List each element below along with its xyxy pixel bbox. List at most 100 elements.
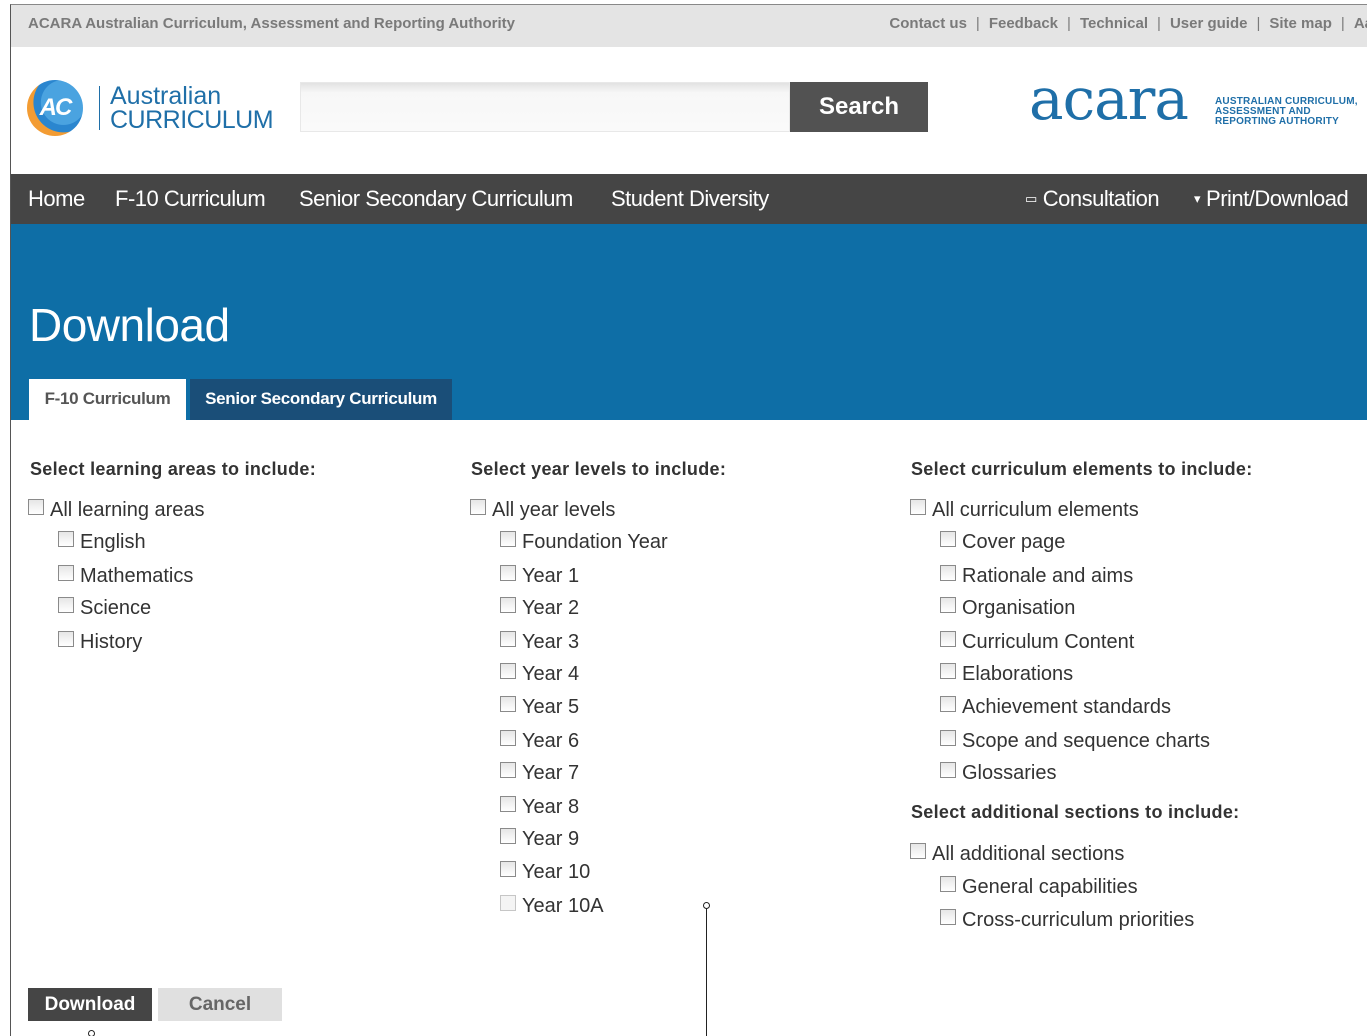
element-checkbox-curriculum-content[interactable]: Curriculum Content xyxy=(940,631,1134,654)
window-icon: ▭ xyxy=(1025,191,1037,206)
checkbox[interactable] xyxy=(500,828,516,844)
checkbox[interactable] xyxy=(940,531,956,547)
site-map-link[interactable]: Site map xyxy=(1269,15,1332,32)
learning-area-checkbox-science[interactable]: Science xyxy=(58,597,151,620)
year-level-checkbox-year-4[interactable]: Year 4 xyxy=(500,663,579,686)
year-level-checkbox-year-5[interactable]: Year 5 xyxy=(500,696,579,719)
search-input[interactable] xyxy=(300,82,790,132)
checkbox[interactable] xyxy=(500,631,516,647)
checkbox[interactable] xyxy=(940,762,956,778)
page-frame: ACARA Australian Curriculum, Assessment … xyxy=(10,4,1367,1036)
separator: | xyxy=(1256,15,1261,32)
acara-logo[interactable]: acara AUSTRALIAN CURRICULUM, ASSESSMENT … xyxy=(1029,67,1367,135)
checkbox[interactable] xyxy=(470,499,486,515)
nav-item-consultation[interactable]: ▭ Consultation xyxy=(1025,186,1160,212)
checkbox[interactable] xyxy=(910,843,926,859)
acara-logo-word: acara xyxy=(1029,65,1189,133)
checkbox[interactable] xyxy=(940,663,956,679)
checkbox[interactable] xyxy=(58,531,74,547)
year-level-checkbox-year-6[interactable]: Year 6 xyxy=(500,730,579,753)
tab-f10-curriculum[interactable]: F-10 Curriculum xyxy=(29,379,186,420)
year-level-checkbox-foundation[interactable]: Foundation Year xyxy=(500,531,668,554)
element-checkbox-elaborations[interactable]: Elaborations xyxy=(940,663,1073,686)
separator: | xyxy=(1340,15,1345,32)
checkbox[interactable] xyxy=(500,696,516,712)
checkbox[interactable] xyxy=(500,730,516,746)
learning-area-checkbox-mathematics[interactable]: Mathematics xyxy=(58,565,193,588)
checkbox[interactable] xyxy=(28,499,44,515)
element-checkbox-cover-page[interactable]: Cover page xyxy=(940,531,1065,554)
checkbox[interactable] xyxy=(500,663,516,679)
callout-dot xyxy=(703,902,710,909)
section-checkbox-general-capabilities[interactable]: General capabilities xyxy=(940,876,1138,899)
checkbox[interactable] xyxy=(940,909,956,925)
utility-org-name: ACARA Australian Curriculum, Assessment … xyxy=(28,15,516,32)
user-guide-link[interactable]: User guide xyxy=(1170,15,1248,32)
checkbox[interactable] xyxy=(500,565,516,581)
cancel-button[interactable]: Cancel xyxy=(158,988,282,1021)
checkbox[interactable] xyxy=(500,762,516,778)
callout-dot xyxy=(88,1030,95,1036)
feedback-link[interactable]: Feedback xyxy=(989,15,1058,32)
checkbox[interactable] xyxy=(500,597,516,613)
checkbox[interactable] xyxy=(500,895,516,911)
nav-item-student-diversity[interactable]: Student Diversity xyxy=(611,186,769,212)
checkbox[interactable] xyxy=(940,696,956,712)
year-level-checkbox-year-3[interactable]: Year 3 xyxy=(500,631,579,654)
utility-links: Contact us | Feedback | Technical | User guide… xyxy=(889,15,1367,32)
section-checkbox-cross-curriculum-priorities[interactable]: Cross-curriculum priorities xyxy=(940,909,1194,932)
learning-area-checkbox-history[interactable]: History xyxy=(58,631,142,654)
australian-curriculum-logo[interactable]: AC Australian CURRICULUM xyxy=(27,80,277,136)
header: AC Australian CURRICULUM Search acara AU… xyxy=(11,47,1367,174)
year-level-checkbox-year-9[interactable]: Year 9 xyxy=(500,828,579,851)
element-checkbox-glossaries[interactable]: Glossaries xyxy=(940,762,1056,785)
checkbox[interactable] xyxy=(58,565,74,581)
checkbox[interactable] xyxy=(940,730,956,746)
all-curriculum-elements-checkbox[interactable]: All curriculum elements xyxy=(910,499,1139,522)
nav-item-f10-curriculum[interactable]: F-10 Curriculum xyxy=(115,186,266,212)
checkbox[interactable] xyxy=(500,796,516,812)
element-checkbox-organisation[interactable]: Organisation xyxy=(940,597,1075,620)
year-level-checkbox-year-7[interactable]: Year 7 xyxy=(500,762,579,785)
main-nav: Home F-10 Curriculum Senior Secondary Cu… xyxy=(11,174,1367,224)
separator: | xyxy=(1157,15,1161,32)
year-levels-heading: Select year levels to include: xyxy=(471,459,727,479)
search-button[interactable]: Search xyxy=(790,82,928,132)
learning-areas-heading: Select learning areas to include: xyxy=(30,459,316,479)
all-additional-sections-checkbox[interactable]: All additional sections xyxy=(910,843,1124,866)
checkbox[interactable] xyxy=(500,861,516,877)
all-year-levels-checkbox[interactable]: All year levels xyxy=(470,499,615,522)
separator: | xyxy=(1067,15,1071,32)
curriculum-elements-heading: Select curriculum elements to include: xyxy=(911,459,1253,479)
checkbox[interactable] xyxy=(940,631,956,647)
checkbox[interactable] xyxy=(58,597,74,613)
all-learning-areas-checkbox[interactable]: All learning areas xyxy=(28,499,205,522)
text-size-link[interactable]: Aa xyxy=(1354,15,1367,32)
year-level-checkbox-year-8[interactable]: Year 8 xyxy=(500,796,579,819)
technical-link[interactable]: Technical xyxy=(1080,15,1148,32)
year-level-checkbox-year-10a[interactable]: Year 10A xyxy=(500,895,604,918)
checkbox[interactable] xyxy=(940,876,956,892)
checkbox[interactable] xyxy=(58,631,74,647)
year-level-checkbox-year-2[interactable]: Year 2 xyxy=(500,597,579,620)
nav-item-print-download[interactable]: ▾ Print/Download xyxy=(1194,186,1349,212)
checkbox[interactable] xyxy=(910,499,926,515)
checkbox[interactable] xyxy=(500,531,516,547)
nav-item-senior-secondary[interactable]: Senior Secondary Curriculum xyxy=(299,186,573,212)
checkbox[interactable] xyxy=(940,565,956,581)
tab-senior-secondary-curriculum[interactable]: Senior Secondary Curriculum xyxy=(190,379,452,420)
contact-us-link[interactable]: Contact us xyxy=(889,15,967,32)
element-checkbox-achievement-standards[interactable]: Achievement standards xyxy=(940,696,1171,719)
element-checkbox-scope-and-sequence[interactable]: Scope and sequence charts xyxy=(940,730,1210,753)
element-checkbox-rationale-and-aims[interactable]: Rationale and aims xyxy=(940,565,1133,588)
callout-line xyxy=(706,908,707,1036)
learning-area-checkbox-english[interactable]: English xyxy=(58,531,146,554)
nav-item-home[interactable]: Home xyxy=(28,186,85,212)
acara-logo-tagline: AUSTRALIAN CURRICULUM, ASSESSMENT AND RE… xyxy=(1215,96,1358,127)
checkbox[interactable] xyxy=(940,597,956,613)
download-button[interactable]: Download xyxy=(28,988,152,1021)
year-level-checkbox-year-10[interactable]: Year 10 xyxy=(500,861,590,884)
page-title: Download xyxy=(29,299,230,351)
year-level-checkbox-year-1[interactable]: Year 1 xyxy=(500,565,579,588)
logo-divider xyxy=(99,86,100,130)
